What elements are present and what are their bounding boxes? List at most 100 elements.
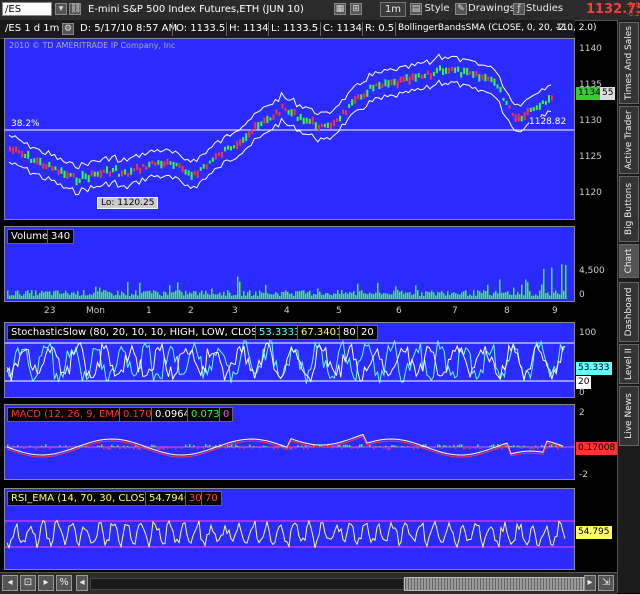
price-candle	[369, 85, 371, 89]
macd-pane[interactable]: MACD (12, 26, 9, EMA) 0.1701 0.0964 0.07…	[4, 404, 575, 480]
volume-bar	[115, 295, 117, 299]
tab-dashboard[interactable]: Dashboard	[619, 282, 639, 342]
macd-histogram-bar	[553, 447, 555, 448]
price-candle	[51, 166, 53, 171]
zoom-in-icon[interactable]: ▸	[38, 575, 54, 591]
tab-big-buttons[interactable]: Big Buttons	[619, 176, 639, 242]
stochastic-pane[interactable]: StochasticSlow (80, 20, 10, 10, HIGH, LO…	[4, 322, 575, 398]
volume-bar	[25, 291, 27, 299]
symbol-input[interactable]	[2, 2, 52, 16]
layout-icon[interactable]: ⊞	[350, 3, 362, 15]
price-candle	[133, 168, 135, 171]
volume-bar	[247, 292, 249, 299]
volume-bar	[221, 295, 223, 299]
volume-bar	[331, 295, 333, 299]
price-candle	[454, 67, 456, 73]
volume-bar	[201, 291, 203, 299]
price-candle	[203, 164, 205, 169]
stochastic-label[interactable]: StochasticSlow (80, 20, 10, 10, HIGH, LO…	[7, 325, 284, 340]
price-axis[interactable]: 1140 1135 1130 1125 1120 1134 55	[575, 38, 617, 220]
price-candle	[224, 147, 226, 151]
volume-pane[interactable]: Volume 340	[4, 226, 575, 302]
price-candle	[206, 164, 208, 169]
macd-histogram-bar	[213, 446, 215, 447]
macd-histogram-bar	[503, 447, 505, 448]
tab-label: Live News	[624, 393, 634, 439]
expand-icon[interactable]: ⇲	[598, 575, 614, 591]
price-candle	[291, 109, 293, 116]
tab-live-news[interactable]: Live News	[619, 386, 639, 446]
price-pane[interactable]: 2010 © TD AMERITRADE IP Company, Inc 38.…	[4, 38, 575, 220]
price-candle	[27, 151, 29, 159]
zoom-out-icon[interactable]: ◂	[2, 575, 18, 591]
tab-times-and-sales[interactable]: Times And Sales	[619, 22, 639, 104]
volume-bar	[511, 295, 513, 299]
price-candle	[545, 101, 547, 105]
drawings-button[interactable]: Drawings	[468, 2, 510, 17]
volume-bar	[403, 294, 405, 299]
rsi-pane[interactable]: RSI_EMA (14, 70, 30, CLOSE) 54.7946 30 7…	[4, 488, 575, 570]
macd-label[interactable]: MACD (12, 26, 9, EMA)	[7, 407, 129, 422]
macd-histogram-bar	[23, 447, 25, 449]
drawings-icon[interactable]: ✎	[455, 3, 467, 15]
macd-histogram-bar	[343, 445, 345, 447]
scroll-right-icon[interactable]: ▸	[584, 575, 596, 591]
macd-histogram-bar	[29, 446, 31, 447]
style-icon[interactable]: ▤	[410, 3, 422, 15]
volume-bar	[393, 291, 395, 299]
price-candle	[481, 75, 483, 80]
scroll-track[interactable]	[90, 578, 404, 590]
volume-bar	[295, 291, 297, 299]
macd-histogram-bar	[511, 446, 513, 447]
style-button[interactable]: Style	[423, 2, 451, 17]
price-candle	[306, 118, 308, 124]
volume-bar	[77, 291, 79, 299]
volume-bar	[427, 292, 429, 299]
studies-icon[interactable]: ƒ	[513, 3, 525, 15]
volume-bar	[127, 282, 129, 299]
volume-bar	[501, 293, 503, 299]
macd-histogram-bar	[477, 444, 479, 447]
tab-active-trader[interactable]: Active Trader	[619, 106, 639, 174]
link-icon[interactable]: ⛓	[69, 3, 81, 15]
volume-bar	[285, 290, 287, 299]
percent-button[interactable]: %	[56, 575, 72, 591]
price-candle	[466, 68, 468, 75]
macd-histogram-bar	[457, 445, 459, 447]
scroll-left-icon[interactable]: ◂	[76, 575, 88, 591]
tab-level-ii[interactable]: Level II	[619, 344, 639, 384]
volume-bar	[503, 293, 505, 299]
macd-histogram-bar	[541, 445, 543, 447]
scrollbar-thumb[interactable]	[404, 577, 584, 591]
price-candle	[275, 110, 277, 115]
volume-bar	[475, 296, 477, 299]
volume-bar	[141, 293, 143, 299]
price-candle	[403, 76, 405, 81]
dropdown-icon[interactable]: ▾	[55, 3, 67, 15]
macd-histogram-bar	[391, 445, 393, 447]
macd-histogram-bar	[13, 446, 15, 447]
volume-bar	[89, 294, 91, 299]
studies-button[interactable]: Studies	[526, 2, 562, 17]
volume-bar	[211, 289, 213, 299]
volume-bar	[235, 295, 237, 299]
rsi-label[interactable]: RSI_EMA (14, 70, 30, CLOSE)	[7, 491, 159, 506]
price-candle	[430, 73, 432, 79]
volume-bar	[419, 296, 421, 299]
volume-label[interactable]: Volume	[7, 229, 52, 244]
volume-bar	[175, 290, 177, 299]
interval-button[interactable]: 1m	[380, 2, 406, 17]
tab-chart[interactable]: Chart	[619, 244, 639, 278]
volume-bar	[209, 295, 211, 299]
settings-icon[interactable]: ⚙	[62, 23, 74, 35]
price-candle	[248, 131, 250, 137]
volume-bar	[101, 292, 103, 299]
macd-histogram-bar	[535, 446, 537, 447]
zoom-box-icon[interactable]: ⊡	[20, 575, 36, 591]
macd-histogram-bar	[129, 447, 131, 448]
macd-histogram-bar	[475, 447, 477, 449]
macd-histogram-bar	[105, 447, 107, 448]
grid-icon[interactable]: ▦	[334, 3, 346, 15]
volume-bar	[171, 292, 173, 299]
time-axis[interactable]: 23 Mon 1 2 3 4 5 6 7 8 9	[4, 302, 575, 320]
